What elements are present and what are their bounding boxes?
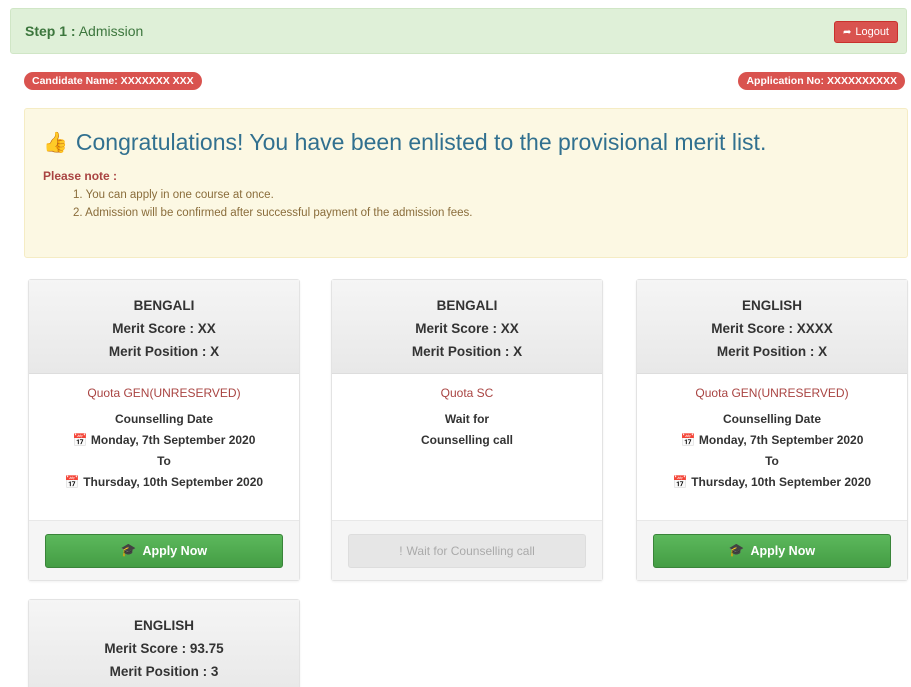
- calendar-icon: 📅: [680, 433, 696, 447]
- course-card-header: BENGALI Merit Score : XX Merit Position …: [332, 280, 602, 374]
- wait-line-1: Wait for: [444, 412, 490, 426]
- course-card-body: Quota GEN(UNRESERVED) Counselling Date 📅…: [29, 374, 299, 520]
- step-label: Step 1 :: [25, 23, 76, 39]
- course-card-footer: ! Wait for Counselling call: [332, 520, 602, 580]
- apply-now-button[interactable]: 🎓 Apply Now: [653, 533, 891, 568]
- note-item: 1. You can apply in one course at once.: [73, 189, 274, 201]
- course-subject: BENGALI: [133, 298, 195, 313]
- course-card-english-gen: ENGLISH Merit Score : XXXX Merit Positio…: [636, 279, 908, 581]
- counselling-start-date: 📅 Monday, 7th September 2020: [72, 433, 256, 447]
- step-title: Admission: [78, 23, 144, 39]
- course-card-body: Quota GEN(UNRESERVED) Counselling Date 📅…: [637, 374, 907, 520]
- logout-button[interactable]: ➦ Logout: [833, 21, 898, 43]
- merit-score: Merit Score : XX: [112, 321, 216, 336]
- note-list: 1. You can apply in one course at once. …: [73, 189, 473, 225]
- course-card-header: ENGLISH Merit Score : XXXX Merit Positio…: [637, 280, 907, 374]
- merit-position: Merit Position : 3: [109, 664, 219, 679]
- wait-for-counselling-button: ! Wait for Counselling call: [348, 533, 586, 568]
- merit-position: Merit Position : X: [411, 344, 523, 359]
- notice-headline: 👍 Congratulations! You have been enliste…: [43, 129, 766, 156]
- graduation-cap-icon: 🎓: [120, 543, 137, 557]
- merit-score: Merit Score : XX: [415, 321, 519, 336]
- date-separator: To: [765, 454, 779, 468]
- merit-score: Merit Score : XXXX: [711, 321, 833, 336]
- note-label: Please note :: [43, 169, 118, 183]
- merit-score: Merit Score : 93.75: [104, 641, 224, 656]
- course-card-header: BENGALI Merit Score : XX Merit Position …: [29, 280, 299, 374]
- logout-label: Logout: [855, 26, 889, 38]
- course-card-bengali-sc: BENGALI Merit Score : XX Merit Position …: [331, 279, 603, 581]
- course-card-bengali-gen: BENGALI Merit Score : XX Merit Position …: [28, 279, 300, 581]
- quota-label: Quota GEN(UNRESERVED): [87, 386, 241, 400]
- application-number-badge: Application No: XXXXXXXXXX: [738, 72, 905, 90]
- counselling-end-date: 📅 Thursday, 10th September 2020: [672, 475, 872, 489]
- quota-label: Quota SC: [440, 386, 494, 400]
- sign-out-icon: ➦: [842, 26, 852, 38]
- apply-now-button[interactable]: 🎓 Apply Now: [45, 533, 283, 568]
- notice-headline-text: Congratulations! You have been enlisted …: [75, 129, 767, 155]
- step-header-bar: Step 1 : Admission ➦ Logout: [10, 8, 907, 54]
- quota-label: Quota GEN(UNRESERVED): [695, 386, 849, 400]
- merit-list-notice: 👍 Congratulations! You have been enliste…: [24, 108, 908, 258]
- course-subject: ENGLISH: [741, 298, 802, 313]
- merit-position: Merit Position : X: [716, 344, 828, 359]
- counselling-start-date: 📅 Monday, 7th September 2020: [680, 433, 864, 447]
- course-card-header: ENGLISH Merit Score : 93.75 Merit Positi…: [29, 600, 299, 687]
- counselling-date-label: Counselling Date: [722, 412, 821, 426]
- merit-position: Merit Position : X: [108, 344, 220, 359]
- note-item: 2. Admission will be confirmed after suc…: [73, 207, 473, 219]
- course-card-footer: 🎓 Apply Now: [637, 520, 907, 580]
- calendar-icon: 📅: [672, 475, 688, 489]
- course-card-body: Quota SC Wait for Counselling call: [332, 374, 602, 520]
- course-subject: ENGLISH: [133, 618, 194, 633]
- thumbs-up-icon: 👍: [43, 132, 68, 154]
- course-subject: BENGALI: [436, 298, 498, 313]
- date-separator: To: [157, 454, 171, 468]
- page-title: Step 1 : Admission: [25, 23, 143, 39]
- counselling-end-date: 📅 Thursday, 10th September 2020: [64, 475, 264, 489]
- graduation-cap-icon: 🎓: [728, 543, 745, 557]
- course-card-english-merit: ENGLISH Merit Score : 93.75 Merit Positi…: [28, 599, 300, 687]
- counselling-date-label: Counselling Date: [114, 412, 213, 426]
- course-card-footer: 🎓 Apply Now: [29, 520, 299, 580]
- calendar-icon: 📅: [64, 475, 80, 489]
- candidate-name-badge: Candidate Name: XXXXXXX XXX: [24, 72, 202, 90]
- calendar-icon: 📅: [72, 433, 88, 447]
- wait-line-2: Counselling call: [420, 433, 513, 447]
- exclamation-icon: !: [399, 543, 403, 558]
